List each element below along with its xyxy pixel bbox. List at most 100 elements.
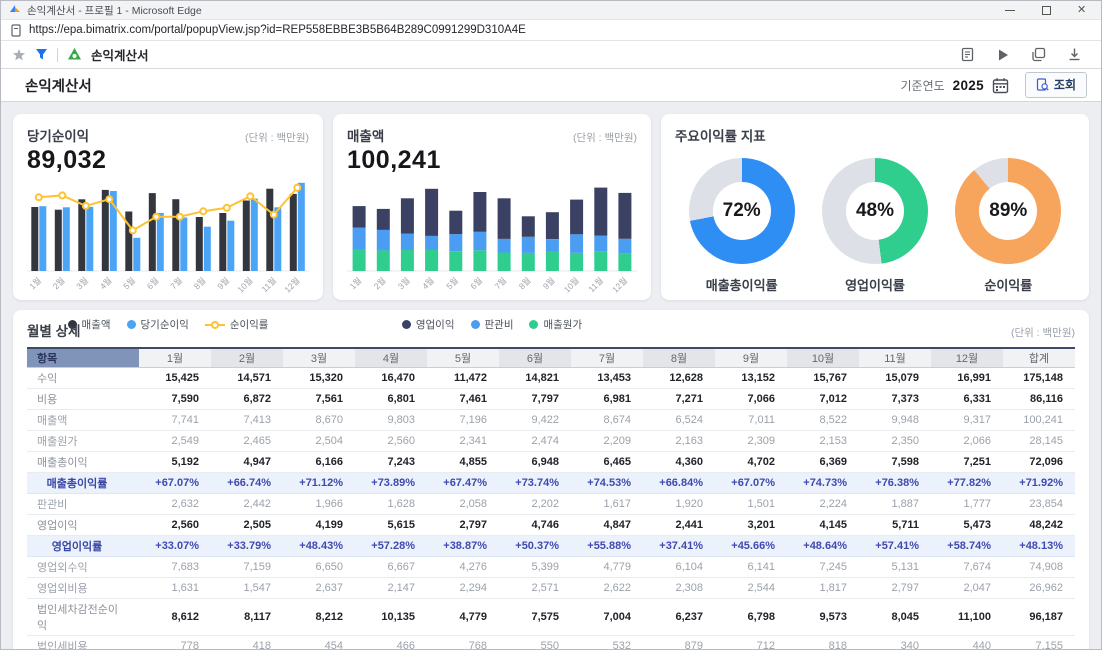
- dot-marker-icon: [127, 320, 136, 329]
- report-icon[interactable]: [960, 47, 975, 62]
- search-button[interactable]: 조회: [1025, 72, 1087, 98]
- cell-value: 7,271: [643, 388, 715, 409]
- line-marker-icon: [205, 320, 225, 330]
- table-row: 매출총이익5,1924,9476,1667,2434,8556,9486,465…: [27, 451, 1075, 472]
- bar-net-income: [227, 221, 234, 271]
- address-bar[interactable]: https://epa.bimatrix.com/portal/popupVie…: [1, 20, 1101, 41]
- download-icon[interactable]: [1067, 47, 1082, 62]
- row-label: 매출원가: [27, 430, 139, 451]
- cell-value: 2,147: [355, 577, 427, 598]
- gross-margin-label: 매출총이익률: [689, 275, 795, 294]
- revenue-card-title: 매출액: [347, 125, 384, 145]
- x-axis-label: 10월: [235, 275, 254, 294]
- page-header: 손익계산서 기준연도 2025 조회: [1, 69, 1101, 102]
- stack-segment: [546, 212, 559, 239]
- dot-marker-icon: [402, 320, 411, 329]
- stack-segment: [498, 239, 511, 253]
- cell-value: 466: [355, 635, 427, 650]
- column-header: 3월: [283, 348, 355, 367]
- copy-icon[interactable]: [1031, 47, 1046, 62]
- x-axis-label: 7월: [493, 275, 509, 291]
- maximize-button[interactable]: [1041, 5, 1051, 15]
- cell-value: 340: [859, 635, 931, 650]
- stack-segment: [594, 251, 607, 271]
- cell-value: +74.53%: [571, 472, 643, 493]
- cell-value: +73.89%: [355, 472, 427, 493]
- bookmarks-separator: [57, 48, 58, 62]
- cell-value: 9,573: [787, 598, 859, 635]
- cell-value: 6,798: [715, 598, 787, 635]
- bar-net-income: [157, 213, 164, 271]
- page-info-icon[interactable]: [10, 24, 22, 37]
- cell-value: 818: [787, 635, 859, 650]
- browser-window: 손익계산서 - 프로필 1 - Microsoft Edge ✕ https:/…: [0, 0, 1102, 650]
- row-label: 영업이익률: [27, 535, 139, 556]
- cell-value: +33.79%: [211, 535, 283, 556]
- bookmark-page-label[interactable]: 손익계산서: [91, 45, 149, 64]
- stack-segment: [473, 232, 486, 251]
- url-text[interactable]: https://epa.bimatrix.com/portal/popupVie…: [29, 24, 526, 36]
- window-titlebar: 손익계산서 - 프로필 1 - Microsoft Edge ✕: [1, 1, 1101, 20]
- cell-value: 418: [211, 635, 283, 650]
- star-icon[interactable]: [12, 48, 26, 62]
- stack-segment: [377, 230, 390, 251]
- cell-value: 2,294: [427, 577, 499, 598]
- play-icon[interactable]: [996, 48, 1010, 62]
- base-year-label: 기준연도: [901, 77, 945, 94]
- filter-icon[interactable]: [35, 48, 48, 61]
- bimatrix-logo-icon[interactable]: [67, 47, 82, 62]
- column-header: 5월: [427, 348, 499, 367]
- x-axis-label: 3월: [396, 275, 412, 291]
- x-axis-label: 9월: [215, 275, 231, 291]
- monthly-detail-unit-label: (단위 : 백만원): [1011, 325, 1075, 340]
- item-column-header: 항목: [27, 348, 139, 367]
- row-label: 법인세비용: [27, 635, 139, 650]
- table-row: 법인세비용77841845446676855053287971281834044…: [27, 635, 1075, 650]
- cell-value: 2,350: [859, 430, 931, 451]
- cell-value: 2,560: [139, 514, 211, 535]
- row-label: 영업외비용: [27, 577, 139, 598]
- stack-segment: [377, 209, 390, 230]
- table-row: 영업이익2,5602,5054,1995,6152,7974,7464,8472…: [27, 514, 1075, 535]
- base-year-value[interactable]: 2025: [953, 78, 984, 93]
- search-doc-icon: [1036, 78, 1049, 91]
- cell-value: 2,163: [643, 430, 715, 451]
- cell-value: 8,045: [859, 598, 931, 635]
- cell-value: 2,224: [787, 493, 859, 514]
- bar-net-income: [204, 227, 211, 271]
- cell-value: +50.37%: [499, 535, 571, 556]
- stack-segment: [498, 198, 511, 239]
- cell-value: 7,674: [931, 556, 1003, 577]
- cell-value: 6,872: [211, 388, 283, 409]
- cell-value: 14,571: [211, 367, 283, 388]
- bar-revenue: [149, 193, 156, 271]
- gross-margin-percent: 72%: [713, 182, 771, 240]
- net-income-chart: 1월2월3월4월5월6월7월8월9월10월11월12월: [27, 175, 309, 316]
- cell-value: 7,251: [931, 451, 1003, 472]
- calendar-icon[interactable]: [992, 77, 1009, 94]
- cell-value: 454: [283, 635, 355, 650]
- ratio-line-marker: [247, 193, 253, 199]
- cell-value: 6,650: [283, 556, 355, 577]
- ratio-line-marker: [200, 208, 206, 214]
- cell-value: 7,011: [715, 409, 787, 430]
- column-header: 7월: [571, 348, 643, 367]
- cell-value: 6,981: [571, 388, 643, 409]
- legend-item: 판관비: [471, 317, 514, 332]
- cell-value: +66.74%: [211, 472, 283, 493]
- cell-value: 1,817: [787, 577, 859, 598]
- cell-value: 28,145: [1003, 430, 1075, 451]
- close-button[interactable]: ✕: [1077, 5, 1087, 15]
- cell-value: 4,947: [211, 451, 283, 472]
- cell-value: 2,153: [787, 430, 859, 451]
- cell-value: 2,209: [571, 430, 643, 451]
- row-label: 영업이익: [27, 514, 139, 535]
- cell-value: 5,615: [355, 514, 427, 535]
- cell-value: 7,004: [571, 598, 643, 635]
- minimize-button[interactable]: [1005, 5, 1015, 15]
- legend-label: 매출원가: [543, 317, 582, 332]
- stack-segment: [449, 211, 462, 234]
- cell-value: 7,196: [427, 409, 499, 430]
- search-button-label: 조회: [1054, 76, 1076, 93]
- revenue-card: 매출액 (단위 : 백만원) 100,241 1월2월3월4월5월6월7월8월9…: [333, 114, 651, 300]
